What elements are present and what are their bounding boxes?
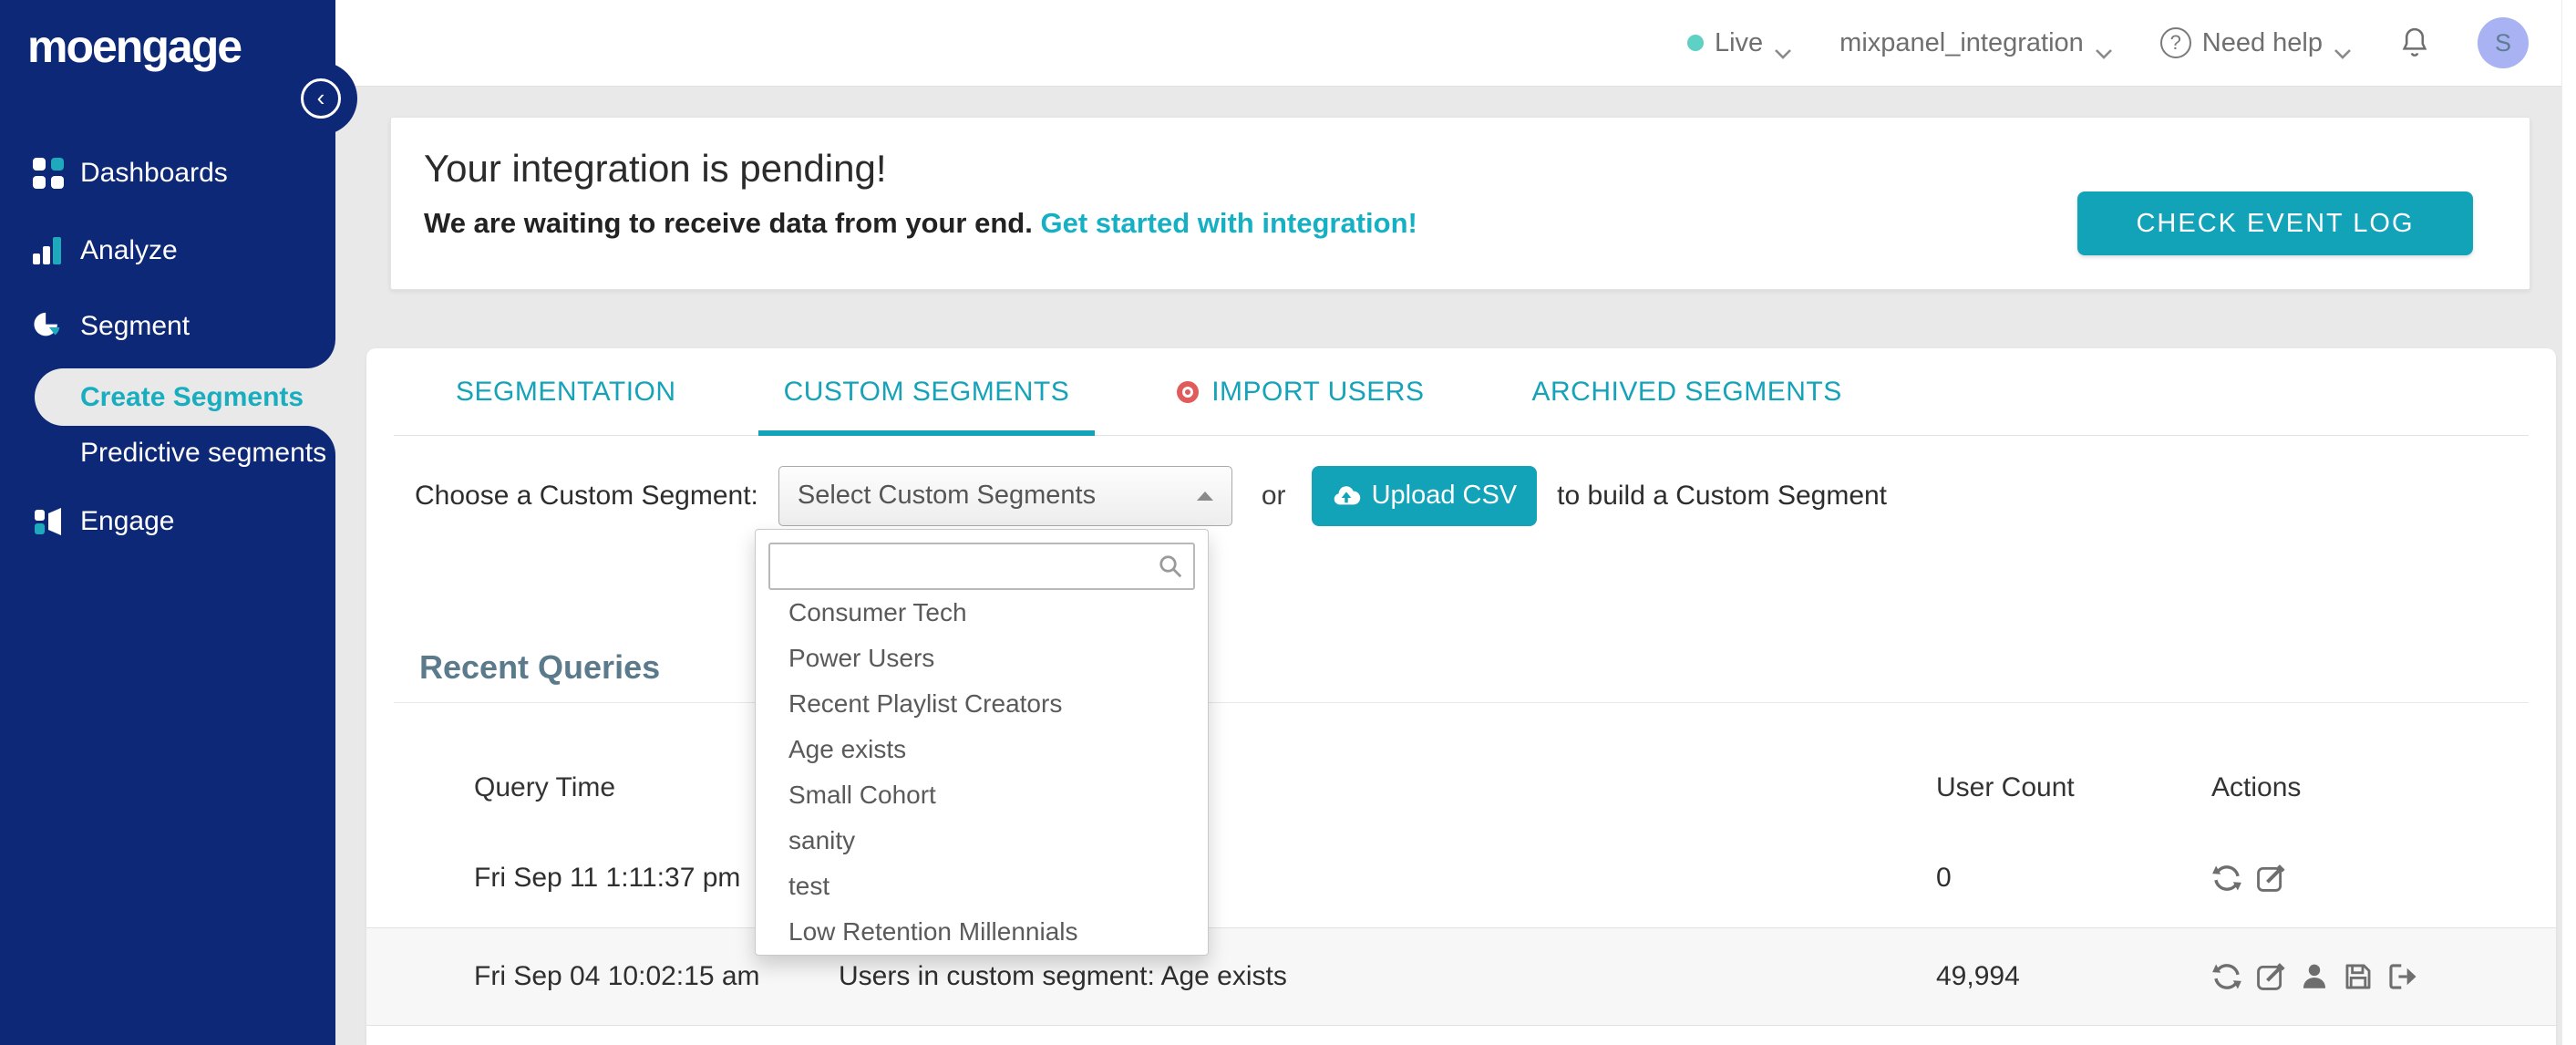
upload-csv-label: Upload CSV [1371,481,1518,510]
get-started-link[interactable]: Get started with integration! [1040,207,1417,239]
check-event-log-button[interactable]: CHECK EVENT LOG [2077,191,2473,255]
dashboards-icon [33,158,64,189]
sidebar-item-engage[interactable]: Engage [0,494,335,549]
sidebar-corner-top [306,339,335,368]
dropdown-search-input[interactable] [768,543,1195,590]
project-name: mixpanel_integration [1839,27,2084,57]
chevron-up-icon [1196,491,1213,501]
divider [394,702,2529,703]
recent-queries-title: Recent Queries [419,648,661,686]
edit-icon[interactable] [2255,863,2286,894]
refresh-icon[interactable] [2211,863,2242,894]
sidebar-item-label: Predictive segments [80,438,327,468]
engage-icon [33,506,64,537]
tabs-row: SEGMENTATION CUSTOM SEGMENTS IMPORT USER… [366,348,2556,436]
env-label: Live [1714,27,1764,57]
tab-label: SEGMENTATION [456,377,676,407]
or-text: or [1261,480,1286,511]
dropdown-search [768,543,1195,590]
dropdown-option[interactable]: test [756,864,1208,909]
sidebar-item-predictive-segments[interactable]: Predictive segments [0,426,335,481]
sidebar: moengage Dashboards Analyze Segment Crea… [0,0,357,1045]
save-icon[interactable] [2343,961,2374,992]
banner-message-text: We are waiting to receive data from your… [424,207,1033,239]
export-icon[interactable] [2386,961,2417,992]
chevron-down-icon [1774,37,1792,59]
sidebar-item-label: Create Segments [80,381,304,412]
dropdown-option[interactable]: Consumer Tech [756,590,1208,636]
banner-message: We are waiting to receive data from your… [424,207,1417,240]
record-dot-icon [1177,381,1200,403]
tab-label: CUSTOM SEGMENTS [783,377,1070,407]
select-value: Select Custom Segments [797,481,1097,510]
sidebar-collapse-button[interactable]: ‹ [301,78,341,119]
query-time-cell: Fri Sep 04 10:02:15 am [474,961,760,991]
cloud-upload-icon [1334,485,1360,504]
user-count-cell: 0 [1936,863,1952,893]
chevron-down-icon [2334,37,2352,59]
user-count-cell: 49,994 [1936,961,2020,991]
tab-archived-segments[interactable]: ARCHIVED SEGMENTS [1508,348,1865,436]
user-avatar[interactable]: S [2478,17,2529,68]
need-help-label: Need help [2201,27,2323,57]
env-selector[interactable]: Live [1686,27,1792,59]
query-cell: Users in custom segment: Age exists [839,961,1287,991]
custom-segments-dropdown: Consumer Tech Power Users Recent Playlis… [755,529,1209,956]
question-circle-icon: ? [2159,27,2191,58]
tab-import-users[interactable]: IMPORT USERS [1153,348,1448,436]
dropdown-option[interactable]: Power Users [756,636,1208,681]
sidebar-item-segment[interactable]: Segment [0,299,335,354]
dropdown-options: Consumer Tech Power Users Recent Playlis… [756,590,1208,955]
tab-label: ARCHIVED SEGMENTS [1531,377,1842,407]
scrollbar-track[interactable] [2561,0,2576,1045]
sidebar-item-create-segments[interactable]: Create Segments [35,368,335,426]
chevron-down-icon [2095,37,2113,59]
dropdown-option[interactable]: Low Retention Millennials [756,909,1208,955]
build-segment-text: to build a Custom Segment [1557,480,1888,511]
table-row: Fri Sep 04 10:02:15 am Users in custom s… [366,927,2556,1026]
dropdown-option[interactable]: sanity [756,818,1208,864]
tab-segmentation[interactable]: SEGMENTATION [432,348,700,436]
col-actions: Actions [2211,772,2302,802]
integration-banner: Your integration is pending! We are wait… [390,117,2530,290]
upload-csv-button[interactable]: Upload CSV [1311,465,1538,526]
table-header: Query Time User Count Actions [366,747,2556,829]
sidebar-item-label: Engage [80,506,175,536]
custom-segment-select[interactable]: Select Custom Segments [778,465,1232,526]
moengage-logo: moengage [27,21,242,72]
live-dot-icon [1686,35,1704,51]
sidebar-item-label: Dashboards [80,158,228,188]
dropdown-option[interactable]: Recent Playlist Creators [756,681,1208,727]
segment-icon [33,311,64,342]
topbar: Live mixpanel_integration ? Need help S [335,0,2561,87]
col-user-count: User Count [1936,772,2075,802]
sidebar-item-dashboards[interactable]: Dashboards [0,146,335,201]
edit-icon[interactable] [2255,961,2286,992]
sidebar-item-label: Analyze [80,235,178,265]
need-help-menu[interactable]: ? Need help [2159,27,2352,59]
actions-cell [2211,961,2556,992]
tab-custom-segments[interactable]: CUSTOM SEGMENTS [757,348,1095,436]
analyze-icon [33,235,64,266]
user-icon[interactable] [2299,961,2330,992]
refresh-icon[interactable] [2211,961,2242,992]
dropdown-option[interactable]: Small Cohort [756,772,1208,818]
sidebar-item-label: Segment [80,311,191,341]
notifications-bell-icon[interactable] [2399,26,2430,60]
dropdown-option[interactable]: Age exists [756,727,1208,772]
search-icon [1159,555,1182,578]
table-row: Fri Sep 11 1:11:37 pm 0 [366,829,2556,927]
sidebar-item-analyze[interactable]: Analyze [0,223,335,278]
choose-segment-label: Choose a Custom Segment: [415,480,758,511]
project-selector[interactable]: mixpanel_integration [1839,27,2113,59]
segments-card: SEGMENTATION CUSTOM SEGMENTS IMPORT USER… [366,348,2556,1045]
segment-picker-row: Choose a Custom Segment: Select Custom S… [415,464,1887,527]
banner-title: Your integration is pending! [424,147,887,190]
tab-label: IMPORT USERS [1211,377,1425,407]
actions-cell [2211,863,2556,894]
